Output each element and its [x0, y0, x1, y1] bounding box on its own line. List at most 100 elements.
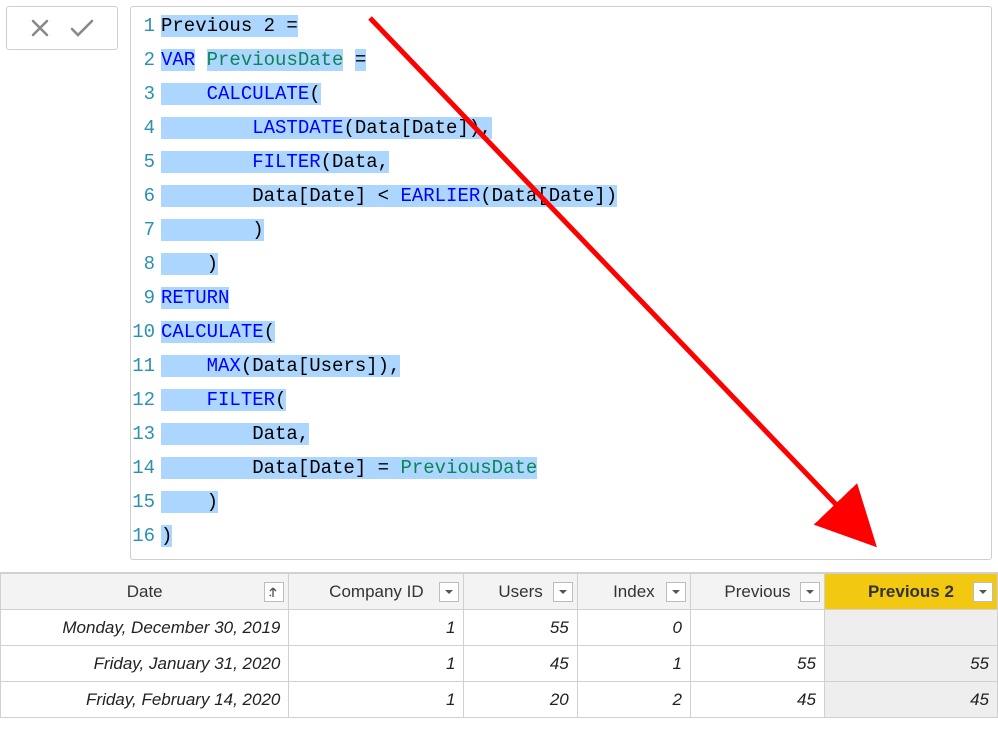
code-content[interactable]: ): [161, 519, 172, 553]
line-number: 1: [131, 9, 161, 43]
line-number: 9: [131, 281, 161, 315]
cell: 55: [691, 646, 825, 682]
code-token: RETURN: [161, 287, 229, 309]
code-content[interactable]: Data[Date] = PreviousDate: [161, 451, 537, 485]
code-token: =: [355, 49, 366, 71]
code-token: (: [275, 389, 286, 411]
code-line[interactable]: 13 Data,: [131, 417, 991, 451]
code-line[interactable]: 14 Data[Date] = PreviousDate: [131, 451, 991, 485]
line-number: 3: [131, 77, 161, 111]
confirm-icon[interactable]: [69, 17, 95, 39]
table-row[interactable]: Friday, January 31, 202014515555: [1, 646, 998, 682]
column-header[interactable]: Users: [464, 574, 577, 610]
code-token: [161, 389, 207, 411]
data-table: Date Company ID Users Index Previous Previous…: [0, 572, 998, 718]
code-token: ): [161, 491, 218, 513]
code-content[interactable]: ): [161, 247, 218, 281]
formula-commit-buttons: [6, 6, 118, 50]
code-content[interactable]: MAX(Data[Users]),: [161, 349, 400, 383]
cell: 45: [464, 646, 577, 682]
code-token: PreviousDate: [400, 457, 537, 479]
cell: [691, 610, 825, 646]
code-token: [195, 49, 206, 71]
code-line[interactable]: 2VAR PreviousDate =: [131, 43, 991, 77]
code-content[interactable]: Data[Date] < EARLIER(Data[Date]): [161, 179, 617, 213]
column-header[interactable]: Previous 2: [824, 574, 997, 610]
code-content[interactable]: VAR PreviousDate =: [161, 43, 366, 77]
code-line[interactable]: 5 FILTER(Data,: [131, 145, 991, 179]
table-row[interactable]: Friday, February 14, 202012024545: [1, 682, 998, 718]
cell: 1: [577, 646, 690, 682]
line-number: 11: [131, 349, 161, 383]
code-line[interactable]: 11 MAX(Data[Users]),: [131, 349, 991, 383]
code-line[interactable]: 4 LASTDATE(Data[Date]),: [131, 111, 991, 145]
sort-asc-icon[interactable]: [264, 582, 284, 602]
code-token: [161, 117, 252, 139]
column-label: Date: [127, 582, 163, 602]
code-content[interactable]: ): [161, 485, 218, 519]
code-token: ): [161, 219, 264, 241]
column-label: Previous: [724, 582, 790, 602]
code-token: =: [286, 15, 297, 37]
code-token: EARLIER: [400, 185, 480, 207]
cell: 55: [464, 610, 577, 646]
code-line[interactable]: 10CALCULATE(: [131, 315, 991, 349]
code-content[interactable]: CALCULATE(: [161, 315, 275, 349]
code-line[interactable]: 15 ): [131, 485, 991, 519]
code-token: LASTDATE: [252, 117, 343, 139]
filter-dropdown-icon[interactable]: [553, 582, 573, 602]
code-token: (: [309, 83, 320, 105]
cell: [824, 610, 997, 646]
cell: 45: [691, 682, 825, 718]
code-token: [161, 83, 207, 105]
column-header[interactable]: Index: [577, 574, 690, 610]
code-line[interactable]: 6 Data[Date] < EARLIER(Data[Date]): [131, 179, 991, 213]
code-token: (Data[Date]),: [343, 117, 491, 139]
formula-editor[interactable]: 1Previous 2 =2VAR PreviousDate =3 CALCUL…: [130, 6, 992, 560]
code-line[interactable]: 3 CALCULATE(: [131, 77, 991, 111]
code-content[interactable]: Data,: [161, 417, 309, 451]
code-token: Data,: [161, 423, 309, 445]
line-number: 2: [131, 43, 161, 77]
code-line[interactable]: 9RETURN: [131, 281, 991, 315]
column-header[interactable]: Previous: [691, 574, 825, 610]
code-line[interactable]: 16): [131, 519, 991, 553]
column-label: Index: [613, 582, 655, 602]
code-token: PreviousDate: [207, 49, 344, 71]
column-label: Users: [498, 582, 542, 602]
code-content[interactable]: CALCULATE(: [161, 77, 321, 111]
cell: Monday, December 30, 2019: [1, 610, 289, 646]
line-number: 6: [131, 179, 161, 213]
line-number: 15: [131, 485, 161, 519]
filter-dropdown-icon[interactable]: [666, 582, 686, 602]
table-row[interactable]: Monday, December 30, 20191550: [1, 610, 998, 646]
filter-dropdown-icon[interactable]: [439, 582, 459, 602]
code-line[interactable]: 1Previous 2 =: [131, 9, 991, 43]
line-number: 10: [131, 315, 161, 349]
column-header[interactable]: Company ID: [289, 574, 464, 610]
code-content[interactable]: LASTDATE(Data[Date]),: [161, 111, 492, 145]
code-content[interactable]: ): [161, 213, 264, 247]
code-line[interactable]: 7 ): [131, 213, 991, 247]
cell: 1: [289, 682, 464, 718]
column-header[interactable]: Date: [1, 574, 289, 610]
code-line[interactable]: 12 FILTER(: [131, 383, 991, 417]
filter-dropdown-icon[interactable]: [800, 582, 820, 602]
line-number: 16: [131, 519, 161, 553]
code-content[interactable]: Previous 2 =: [161, 9, 298, 43]
code-content[interactable]: RETURN: [161, 281, 229, 315]
cancel-icon[interactable]: [29, 17, 51, 39]
code-token: [343, 49, 354, 71]
cell: 45: [824, 682, 997, 718]
code-token: [161, 151, 252, 173]
code-token: FILTER: [207, 389, 275, 411]
code-line[interactable]: 8 ): [131, 247, 991, 281]
code-content[interactable]: FILTER(: [161, 383, 286, 417]
line-number: 8: [131, 247, 161, 281]
code-content[interactable]: FILTER(Data,: [161, 145, 389, 179]
code-token: MAX: [207, 355, 241, 377]
cell: 55: [824, 646, 997, 682]
code-token: (Data,: [321, 151, 389, 173]
code-token: (: [264, 321, 275, 343]
filter-dropdown-icon[interactable]: [973, 582, 993, 602]
